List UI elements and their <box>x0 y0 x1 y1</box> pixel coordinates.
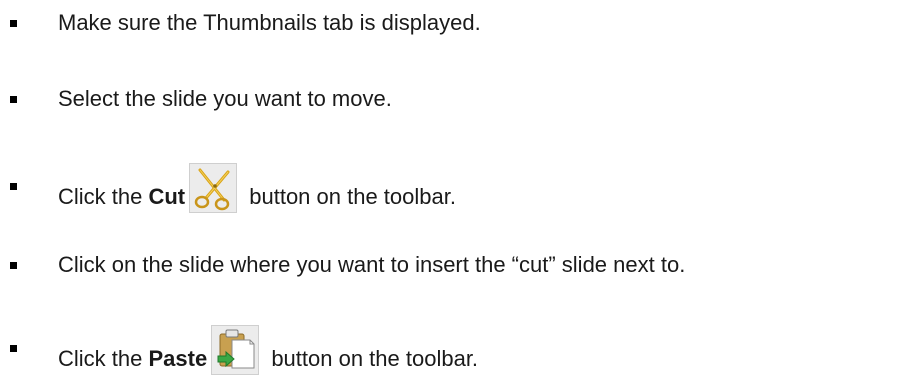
step-3-prefix: Click the <box>58 183 149 209</box>
instruction-list: Make sure the Thumbnails tab is displaye… <box>0 0 898 379</box>
step-4: Click on the slide where you want to ins… <box>0 249 898 289</box>
bullet-icon <box>10 345 17 352</box>
bullet-icon <box>10 96 17 103</box>
step-3-text: Click the Cut button on the toolbar. <box>58 163 456 223</box>
step-5-text: Click the Paste button on the toolbar. <box>58 325 479 385</box>
step-5: Click the Paste button on the toolbar. <box>0 325 898 375</box>
step-5-suffix: button on the toolbar. <box>265 345 479 371</box>
bullet-icon <box>10 183 17 190</box>
step-2: Select the slide you want to move. <box>0 83 898 123</box>
scissors-cut-icon <box>189 163 238 213</box>
cut-label: Cut <box>148 183 186 209</box>
paste-label: Paste <box>148 345 208 371</box>
step-5-prefix: Click the <box>58 345 149 371</box>
step-2-text: Select the slide you want to move. <box>58 86 392 111</box>
step-3-suffix: button on the toolbar. <box>243 183 456 209</box>
step-4-text: Click on the slide where you want to ins… <box>58 252 686 277</box>
step-3: Click the Cut button on the toolbar. <box>0 163 898 213</box>
bullet-icon <box>10 20 17 27</box>
clipboard-paste-icon <box>211 325 260 375</box>
step-1-text: Make sure the Thumbnails tab is displaye… <box>58 10 481 35</box>
step-1: Make sure the Thumbnails tab is displaye… <box>0 7 898 47</box>
bullet-icon <box>10 262 17 269</box>
